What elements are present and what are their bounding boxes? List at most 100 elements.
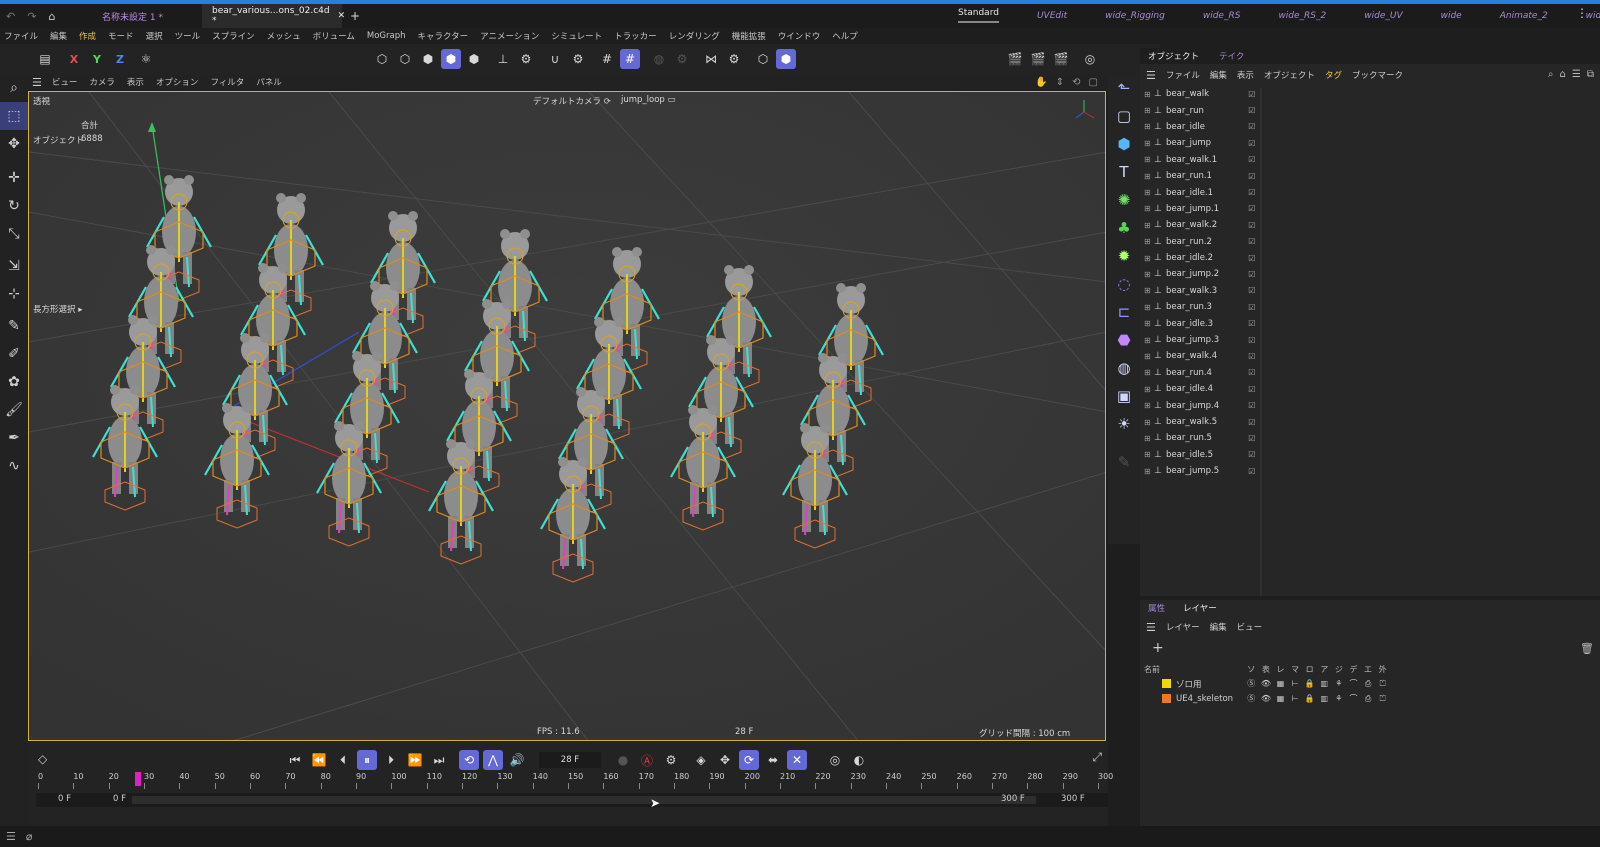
object-row[interactable]: ⊞⊥bear_jump.3☑⁝ [1144, 332, 1262, 348]
layer-toggle-icon[interactable]: Ⓢ [1244, 678, 1259, 689]
light-icon[interactable]: ☀ [1108, 410, 1140, 438]
layout-tab[interactable]: Animate_2 [1500, 11, 1548, 21]
object-row[interactable]: ⊞⊥bear_idle.2☑⁝ [1144, 250, 1262, 266]
object-name[interactable]: bear_run.1 [1166, 171, 1248, 181]
menu-item[interactable]: メッシュ [267, 30, 301, 42]
expand-icon[interactable]: ⊞ [1144, 270, 1154, 279]
object-name[interactable]: bear_run.3 [1166, 302, 1248, 312]
layer-menu-item[interactable]: レイヤー [1166, 621, 1200, 633]
layer-name[interactable]: UE4_skeleton [1176, 694, 1244, 704]
attr-panel-tab[interactable]: レイヤー [1183, 602, 1217, 614]
menu-item[interactable]: トラッカー [614, 30, 657, 42]
keyframe-selection-icon[interactable]: ◈ [691, 750, 711, 770]
object-row[interactable]: ⊞⊥bear_run☑⁝ [1144, 102, 1262, 118]
layer-check-icon[interactable]: ☑ [1248, 122, 1255, 131]
edit-mode-icon[interactable]: ▤ [35, 49, 55, 69]
axis-lock-y-button[interactable]: Y [87, 49, 107, 69]
object-row[interactable]: ⊞⊥bear_jump☑⁝ [1144, 135, 1262, 151]
expand-icon[interactable]: ⊞ [1144, 450, 1154, 459]
layer-check-icon[interactable]: ☑ [1248, 303, 1255, 312]
move-icon[interactable]: ✛ [0, 164, 28, 192]
layer-toggle-icon[interactable]: ▦ [1273, 694, 1288, 703]
record-icon[interactable]: ● [613, 750, 633, 770]
expand-icon[interactable]: ⊞ [1144, 237, 1154, 246]
more-menu-icon[interactable]: ⋮ [1576, 6, 1588, 20]
status-menu-icon[interactable]: ☰ [6, 830, 16, 843]
object-row[interactable]: ⊞⊥bear_run.4☑⁝ [1144, 365, 1262, 381]
goto-end-icon[interactable]: ⏭ [429, 750, 449, 770]
placement-icon[interactable]: ⊹ [0, 280, 28, 308]
object-new-view-icon[interactable]: ⧉ [1587, 69, 1594, 80]
object-search-icon[interactable]: ⌕ [1548, 69, 1554, 80]
menu-item[interactable]: スプライン [212, 30, 255, 42]
object-menu-item[interactable]: 編集 [1210, 69, 1227, 81]
menu-item[interactable]: シミュレート [551, 30, 602, 42]
range-start-field[interactable]: 0 F [58, 794, 71, 804]
quantize-settings-icon[interactable]: ⚙ [672, 49, 692, 69]
object-row[interactable]: ⊞⊥bear_run.5☑⁝ [1144, 430, 1262, 446]
field-icon[interactable]: ◌ [1108, 270, 1140, 298]
environment-icon[interactable]: ◍ [1108, 354, 1140, 382]
object-name[interactable]: bear_jump [1166, 138, 1248, 148]
range-bar[interactable]: 0 F 0 F 300 F 300 F [36, 793, 1108, 807]
expand-icon[interactable]: ⊞ [1144, 221, 1154, 230]
projection-label[interactable]: 透視 [33, 95, 50, 107]
expand-icon[interactable]: ⊞ [1144, 286, 1154, 295]
layer-name[interactable]: ゾロ用 [1176, 678, 1244, 690]
layout-tab[interactable]: Standard [958, 8, 999, 23]
workplane-lock-icon[interactable]: ⬢ [776, 49, 796, 69]
object-row[interactable]: ⊞⊥bear_walk.4☑⁝ [1144, 348, 1262, 364]
axis-mode-icon[interactable]: ⊥ [493, 49, 513, 69]
object-name[interactable]: bear_walk.3 [1166, 286, 1248, 296]
camera-label[interactable]: デフォルトカメラ ⟳ [533, 95, 611, 107]
layer-check-icon[interactable]: ☑ [1248, 286, 1255, 295]
object-name[interactable]: bear_walk.1 [1166, 155, 1248, 165]
object-row[interactable]: ⊞⊥bear_idle.5☑⁝ [1144, 447, 1262, 463]
frame-ruler[interactable]: 0 10 20 30 40 50 60 70 80 90 100 110 120 130 140 150 160… [38, 772, 1113, 790]
paint-brush-icon[interactable]: 🖌 [0, 396, 28, 424]
object-name[interactable]: bear_run.4 [1166, 368, 1248, 378]
object-name[interactable]: bear_jump.5 [1166, 466, 1248, 476]
pan-icon[interactable]: ✋ [1035, 77, 1047, 88]
expand-icon[interactable]: ⊞ [1144, 418, 1154, 427]
volume-icon[interactable]: ⬣ [1108, 326, 1140, 354]
expand-icon[interactable]: ⊞ [1144, 434, 1154, 443]
symmetry-settings-icon[interactable]: ⚙ [724, 49, 744, 69]
menu-item[interactable]: ヘルプ [832, 30, 858, 42]
expand-icon[interactable]: ⊞ [1144, 90, 1154, 99]
layer-check-icon[interactable]: ☑ [1248, 204, 1255, 213]
object-row[interactable]: ⊞⊥bear_run.1☑⁝ [1144, 168, 1262, 184]
menu-item[interactable]: モード [108, 30, 134, 42]
motion-clip-icon[interactable]: ◎ [825, 750, 845, 770]
status-feedback-icon[interactable]: ⌀ [26, 830, 33, 843]
object-panel-tab[interactable]: オブジェクト [1148, 50, 1199, 62]
expand-icon[interactable]: ⊞ [1144, 368, 1154, 377]
layer-color-swatch[interactable] [1162, 694, 1171, 703]
key-param-icon[interactable]: ✕ [787, 750, 807, 770]
selection-tool-label[interactable]: 長方形選択 ▸ [33, 303, 82, 315]
expand-icon[interactable]: ⊞ [1144, 303, 1154, 312]
object-row[interactable]: ⊞⊥bear_jump.2☑⁝ [1144, 266, 1262, 282]
layer-check-icon[interactable]: ☑ [1248, 221, 1255, 230]
layer-check-icon[interactable]: ☑ [1248, 237, 1255, 246]
delete-layer-icon[interactable]: 🗑 [1580, 642, 1594, 655]
playhead[interactable] [134, 772, 141, 786]
object-name[interactable]: bear_walk.2 [1166, 220, 1248, 230]
object-menu-item[interactable]: オブジェクト [1264, 69, 1315, 81]
next-frame-icon[interactable]: ⏵ [381, 750, 401, 770]
layer-toggle-icon[interactable]: ⌒ [1346, 693, 1361, 704]
spline-sketch-icon[interactable]: ✐ [0, 340, 28, 368]
pause-button[interactable]: ⏸ [357, 750, 377, 770]
menu-item[interactable]: キャラクター [417, 30, 468, 42]
layer-check-icon[interactable]: ☑ [1248, 188, 1255, 197]
layout-tab[interactable]: UVEdit [1037, 11, 1067, 21]
prev-frame-icon[interactable]: ⏴ [333, 750, 353, 770]
viewport-menu-item[interactable]: フィルタ [210, 76, 244, 88]
symmetry-icon[interactable]: ⋈ [701, 49, 721, 69]
object-name[interactable]: bear_jump.1 [1166, 204, 1248, 214]
layer-toggle-icon[interactable]: ▥ [1317, 694, 1332, 703]
layer-toggle-icon[interactable]: ▥ [1317, 679, 1332, 688]
layer-toggle-icon[interactable]: ⏍ [1375, 679, 1390, 689]
grid-snap-icon[interactable]: # [620, 49, 640, 69]
layer-check-icon[interactable]: ☑ [1248, 352, 1255, 361]
